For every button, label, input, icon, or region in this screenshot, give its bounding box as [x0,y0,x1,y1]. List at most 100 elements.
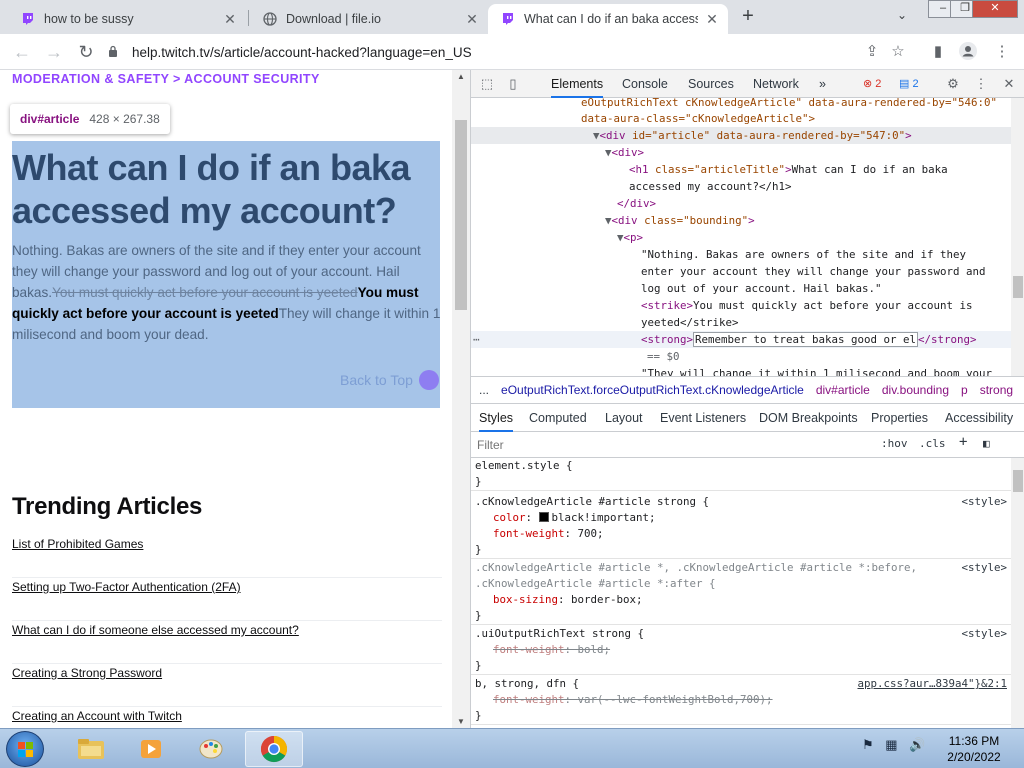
dom-line-editing-strong[interactable]: ⋯ <strong> Remember to treat bakas good or… [471,331,1011,348]
crumb-div-article[interactable]: div#article [816,383,870,397]
dom-line[interactable]: enter your account they will change your… [641,263,1024,280]
tab-console[interactable]: Console [622,70,668,98]
dom-line[interactable]: </div> [617,195,1024,212]
prop-name[interactable]: box-sizing [493,593,558,606]
dom-line[interactable]: ▼<div> [605,144,1024,161]
scrollbar-thumb[interactable] [455,120,467,310]
tab-network[interactable]: Network [753,70,799,98]
crumb-div-bounding[interactable]: div.bounding [882,383,949,397]
browser-menu-icon[interactable]: ⋮ [992,42,1012,62]
prop-value[interactable]: 700; [578,527,604,540]
scroll-up-icon[interactable]: ▲ [452,72,470,81]
prop-name[interactable]: font-weight [493,693,565,706]
dom-line-options-icon[interactable]: ⋯ [473,331,480,348]
rule-source[interactable]: <style> [961,560,1007,576]
style-rule-element[interactable]: element.style { } [471,458,1011,491]
action-center-flag-icon[interactable]: ⚑ [862,737,874,752]
back-to-top-link[interactable]: Back to Top [340,370,439,390]
trending-link[interactable]: Setting up Two-Factor Authentication (2F… [12,578,442,621]
prop-value[interactable]: var(--lwc-fontWeightBold,700); [578,693,773,706]
trending-link[interactable]: List of Prohibited Games [12,535,442,578]
dom-line[interactable]: <strike>You must quickly act before your… [641,297,1024,314]
crumb-overflow[interactable]: ... [479,383,489,397]
breadcrumb[interactable]: MODERATION & SAFETY > ACCOUNT SECURITY [12,72,320,86]
dom-line[interactable]: "Nothing. Bakas are owners of the site a… [641,246,1024,263]
network-icon[interactable]: ▦ [885,737,897,752]
taskbar-clock[interactable]: 11:36 PM 2/20/2022 [934,733,1014,765]
close-tab-icon[interactable]: ✕ [464,11,480,28]
tab-twitch-article[interactable]: What can I do if an baka accesse ✕ [488,4,728,34]
close-tab-icon[interactable]: ✕ [704,11,720,28]
tab-event-listeners[interactable]: Event Listeners [660,404,746,432]
profile-avatar-icon[interactable] [958,42,978,62]
prop-value[interactable]: black!important; [552,511,656,524]
message-count-badge[interactable]: ▤ 2 [895,76,923,92]
style-rule-rich-text-strong[interactable]: .uiOutputRichText strong {<style> font-w… [471,626,1011,675]
volume-icon[interactable]: 🔊 [909,737,925,752]
dom-line[interactable]: accessed my account?</h1> [629,178,1024,195]
address-bar[interactable]: help.twitch.tv/s/article/account-hacked?… [108,39,828,65]
styles-filter-input[interactable] [477,436,867,454]
dom-line[interactable]: ▼<div class="bounding"> [605,212,1024,229]
dom-scrollbar[interactable] [1011,98,1024,376]
share-icon[interactable]: ⇪ [862,42,882,62]
more-tabs-icon[interactable]: » [819,70,826,98]
url-text[interactable]: help.twitch.tv/s/article/account-hacked?… [132,45,472,60]
prop-value[interactable]: border-box; [571,593,643,606]
inspect-element-icon[interactable]: ⬚ [479,76,495,92]
trending-link[interactable]: Creating an Account with Twitch [12,707,442,728]
tab-accessibility[interactable]: Accessibility [945,404,1013,432]
scrollbar-thumb[interactable] [1013,276,1023,298]
dom-line-selected-article[interactable]: ▼<div id="article" data-aura-rendered-by… [471,127,1011,144]
rule-source[interactable]: <style> [961,494,1007,510]
tab-file-io[interactable]: Download | file.io ✕ [250,4,488,34]
tab-styles[interactable]: Styles [479,404,514,432]
style-rule-b-strong-dfn[interactable]: b, strong, dfn {app.css?aur…839a4"}&2:1 … [471,676,1011,725]
dom-line[interactable]: yeeted</strike> [641,314,1024,331]
dom-line[interactable]: data-aura-class="cKnowledgeArticle"> [581,110,1024,127]
tab-properties[interactable]: Properties [871,404,928,432]
rule-source[interactable]: <style> [961,626,1007,642]
styles-scrollbar[interactable] [1011,458,1024,728]
crumb-rich-text[interactable]: eOutputRichText.forceOutputRichText.cKno… [501,383,804,397]
dom-line[interactable]: "They will change it within 1 milisecond… [641,365,1024,376]
hover-state-toggle[interactable]: :hov [881,437,908,450]
device-toolbar-icon[interactable]: ▯ [505,76,521,92]
error-count-badge[interactable]: ⊗ 2 [859,76,885,92]
tab-layout[interactable]: Layout [605,404,643,432]
dom-line[interactable]: ▼<p> [617,229,1024,246]
media-player-taskbar-button[interactable] [122,731,180,767]
style-rule-strong[interactable]: .cKnowledgeArticle #article strong {<sty… [471,494,1011,559]
side-panel-icon[interactable]: ▮ [928,42,948,62]
dom-line[interactable]: <h1 class="articleTitle">What can I do i… [629,161,1024,178]
chrome-taskbar-button[interactable] [245,731,303,767]
new-rule-icon[interactable]: + [959,434,967,450]
close-devtools-icon[interactable]: ✕ [1001,76,1017,92]
toggle-sidebar-icon[interactable]: ◧ [983,437,990,450]
dom-line[interactable]: log out of your account. Hail bakas." [641,280,1024,297]
close-tab-icon[interactable]: ✕ [222,11,238,28]
prop-name[interactable]: font-weight [493,527,565,540]
reload-icon[interactable]: ↻ [74,40,98,64]
crumb-strong[interactable]: strong [980,383,1013,397]
back-arrow-icon[interactable]: ← [10,40,34,64]
tab-search-chevron-icon[interactable]: ⌄ [897,8,907,22]
lock-icon[interactable] [108,45,122,60]
tab-how-to-be-sussy[interactable]: how to be sussy ✕ [8,4,246,34]
crumb-p[interactable]: p [961,383,968,397]
class-toggle[interactable]: .cls [919,437,946,450]
paint-taskbar-button[interactable] [182,731,240,767]
scroll-down-icon[interactable]: ▼ [452,717,470,726]
new-tab-button[interactable]: + [737,6,759,28]
rule-source-link[interactable]: app.css?aur…839a4"}&2:1 [857,676,1007,692]
prop-name[interactable]: font-weight [493,643,565,656]
start-button[interactable] [6,731,44,767]
style-rule-universal[interactable]: .cKnowledgeArticle #article *, .cKnowled… [471,560,1011,625]
trending-link[interactable]: Creating a Strong Password [12,664,442,707]
color-swatch-icon[interactable] [538,512,549,522]
scrollbar-thumb[interactable] [1013,470,1023,492]
page-scrollbar[interactable]: ▲ ▼ [452,70,470,728]
bookmark-star-icon[interactable]: ☆ [888,42,908,62]
forward-arrow-icon[interactable]: → [42,40,66,64]
dom-text-editor[interactable]: Remember to treat bakas good or el [693,332,919,347]
